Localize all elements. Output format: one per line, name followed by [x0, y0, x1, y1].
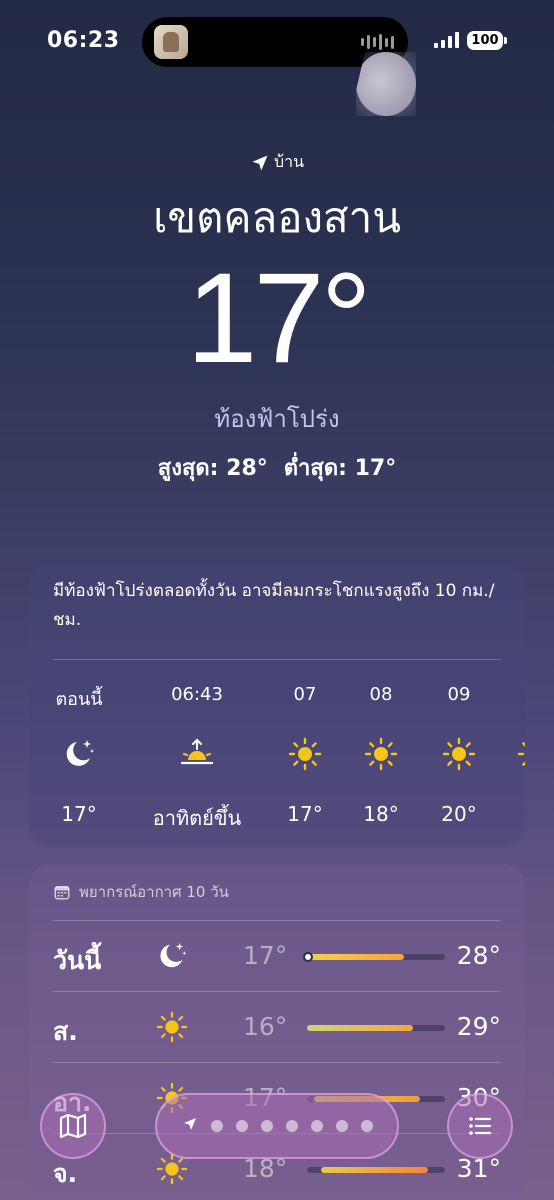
daily-forecast-row[interactable]: วันนี้ 17° 28° — [53, 920, 501, 991]
current-weather-header: บ้าน เขตคลองสาน 17° ท้องฟ้าโปร่ง สูงสุด:… — [0, 150, 554, 485]
day-high-temperature: 28° — [456, 941, 501, 970]
hour-label: 06:43 — [171, 684, 223, 705]
day-low-temperature: 17° — [243, 941, 288, 970]
day-name: วันนี้ — [53, 946, 102, 975]
page-dot[interactable] — [260, 1120, 273, 1132]
location-page-indicator[interactable] — [155, 1093, 399, 1159]
moon-illustration — [356, 52, 416, 116]
temperature-range-bar — [307, 1025, 445, 1031]
hour-value: 17° — [61, 802, 97, 826]
current-temperature: 17° — [186, 247, 372, 390]
page-dot[interactable] — [335, 1120, 348, 1132]
page-dot[interactable] — [235, 1120, 248, 1132]
temperature-range-bar — [303, 952, 445, 962]
map-icon — [59, 1113, 87, 1139]
moon-stars-icon — [155, 939, 189, 973]
page-dot[interactable] — [285, 1120, 298, 1132]
city-name: เขตคลองสาน — [153, 193, 401, 242]
audio-waveform-icon — [361, 34, 394, 50]
status-bar: 06:23 100 — [0, 0, 554, 84]
page-dot[interactable] — [210, 1120, 223, 1132]
day-name: จ. — [53, 1159, 78, 1188]
now-playing-artwork — [154, 25, 188, 59]
hour-label: ตอนนี้ — [55, 689, 103, 710]
sunrise-icon — [179, 736, 215, 772]
current-location-page-icon[interactable] — [182, 1116, 198, 1136]
sun-icon — [363, 736, 399, 772]
high-low-temperature: สูงสุด: 28° ต่ำสุด: 17° — [0, 450, 554, 485]
sun-icon — [155, 1010, 189, 1044]
daily-forecast-row[interactable]: ส. 16° 29° — [53, 991, 501, 1062]
temperature-range-bar — [307, 1167, 445, 1173]
sun-icon — [516, 736, 525, 772]
weather-condition: ท้องฟ้าโปร่ง — [214, 405, 340, 433]
hour-label: 09 — [447, 684, 471, 705]
sun-icon — [287, 736, 323, 772]
temperature-range-fill — [307, 954, 404, 960]
hourly-forecast-card[interactable]: มีท้องฟ้าโปร่งตลอดทั้งวัน อาจมีลมกระโชกแ… — [29, 563, 525, 847]
day-high-temperature: 29° — [456, 1012, 501, 1041]
forecast-summary: มีท้องฟ้าโปร่งตลอดทั้งวัน อาจมีลมกระโชกแ… — [53, 581, 495, 630]
battery-indicator: 100 — [467, 31, 507, 50]
page-dot[interactable] — [310, 1120, 323, 1132]
temperature-range-fill — [320, 1167, 429, 1173]
day-low-temperature: 16° — [243, 1012, 288, 1041]
location-arrow-icon — [252, 155, 268, 170]
current-temperature-dot — [303, 952, 313, 962]
status-time: 06:23 — [47, 28, 120, 53]
list-icon — [469, 1117, 492, 1135]
high-temperature: สูงสุด: 28° — [157, 456, 268, 481]
sun-icon — [441, 736, 477, 772]
temperature-range-fill — [307, 1025, 414, 1031]
locations-list-button[interactable] — [447, 1093, 513, 1159]
map-button[interactable] — [40, 1093, 106, 1159]
ten-day-forecast-header: พยากรณ์อากาศ 10 วัน — [29, 864, 525, 920]
day-name: ส. — [53, 1017, 78, 1046]
hourly-forecast-list[interactable]: ตอนนี้ 17° 06:43 อาทิตย์ขึ้น 07 17° 08 18° 09 20°… — [29, 660, 525, 847]
hour-value: อาทิตย์ขึ้น — [152, 806, 242, 830]
low-temperature: ต่ำสุด: 17° — [283, 456, 397, 481]
location-label: บ้าน — [273, 152, 305, 171]
cellular-signal-icon — [434, 32, 459, 48]
ten-day-forecast-title: พยากรณ์อากาศ 10 วัน — [79, 883, 229, 901]
hour-value: 2 — [479, 802, 525, 826]
calendar-icon — [54, 886, 70, 900]
page-dot[interactable] — [360, 1120, 373, 1132]
moon-stars-icon — [61, 736, 97, 772]
location-label-line: บ้าน — [0, 150, 554, 175]
